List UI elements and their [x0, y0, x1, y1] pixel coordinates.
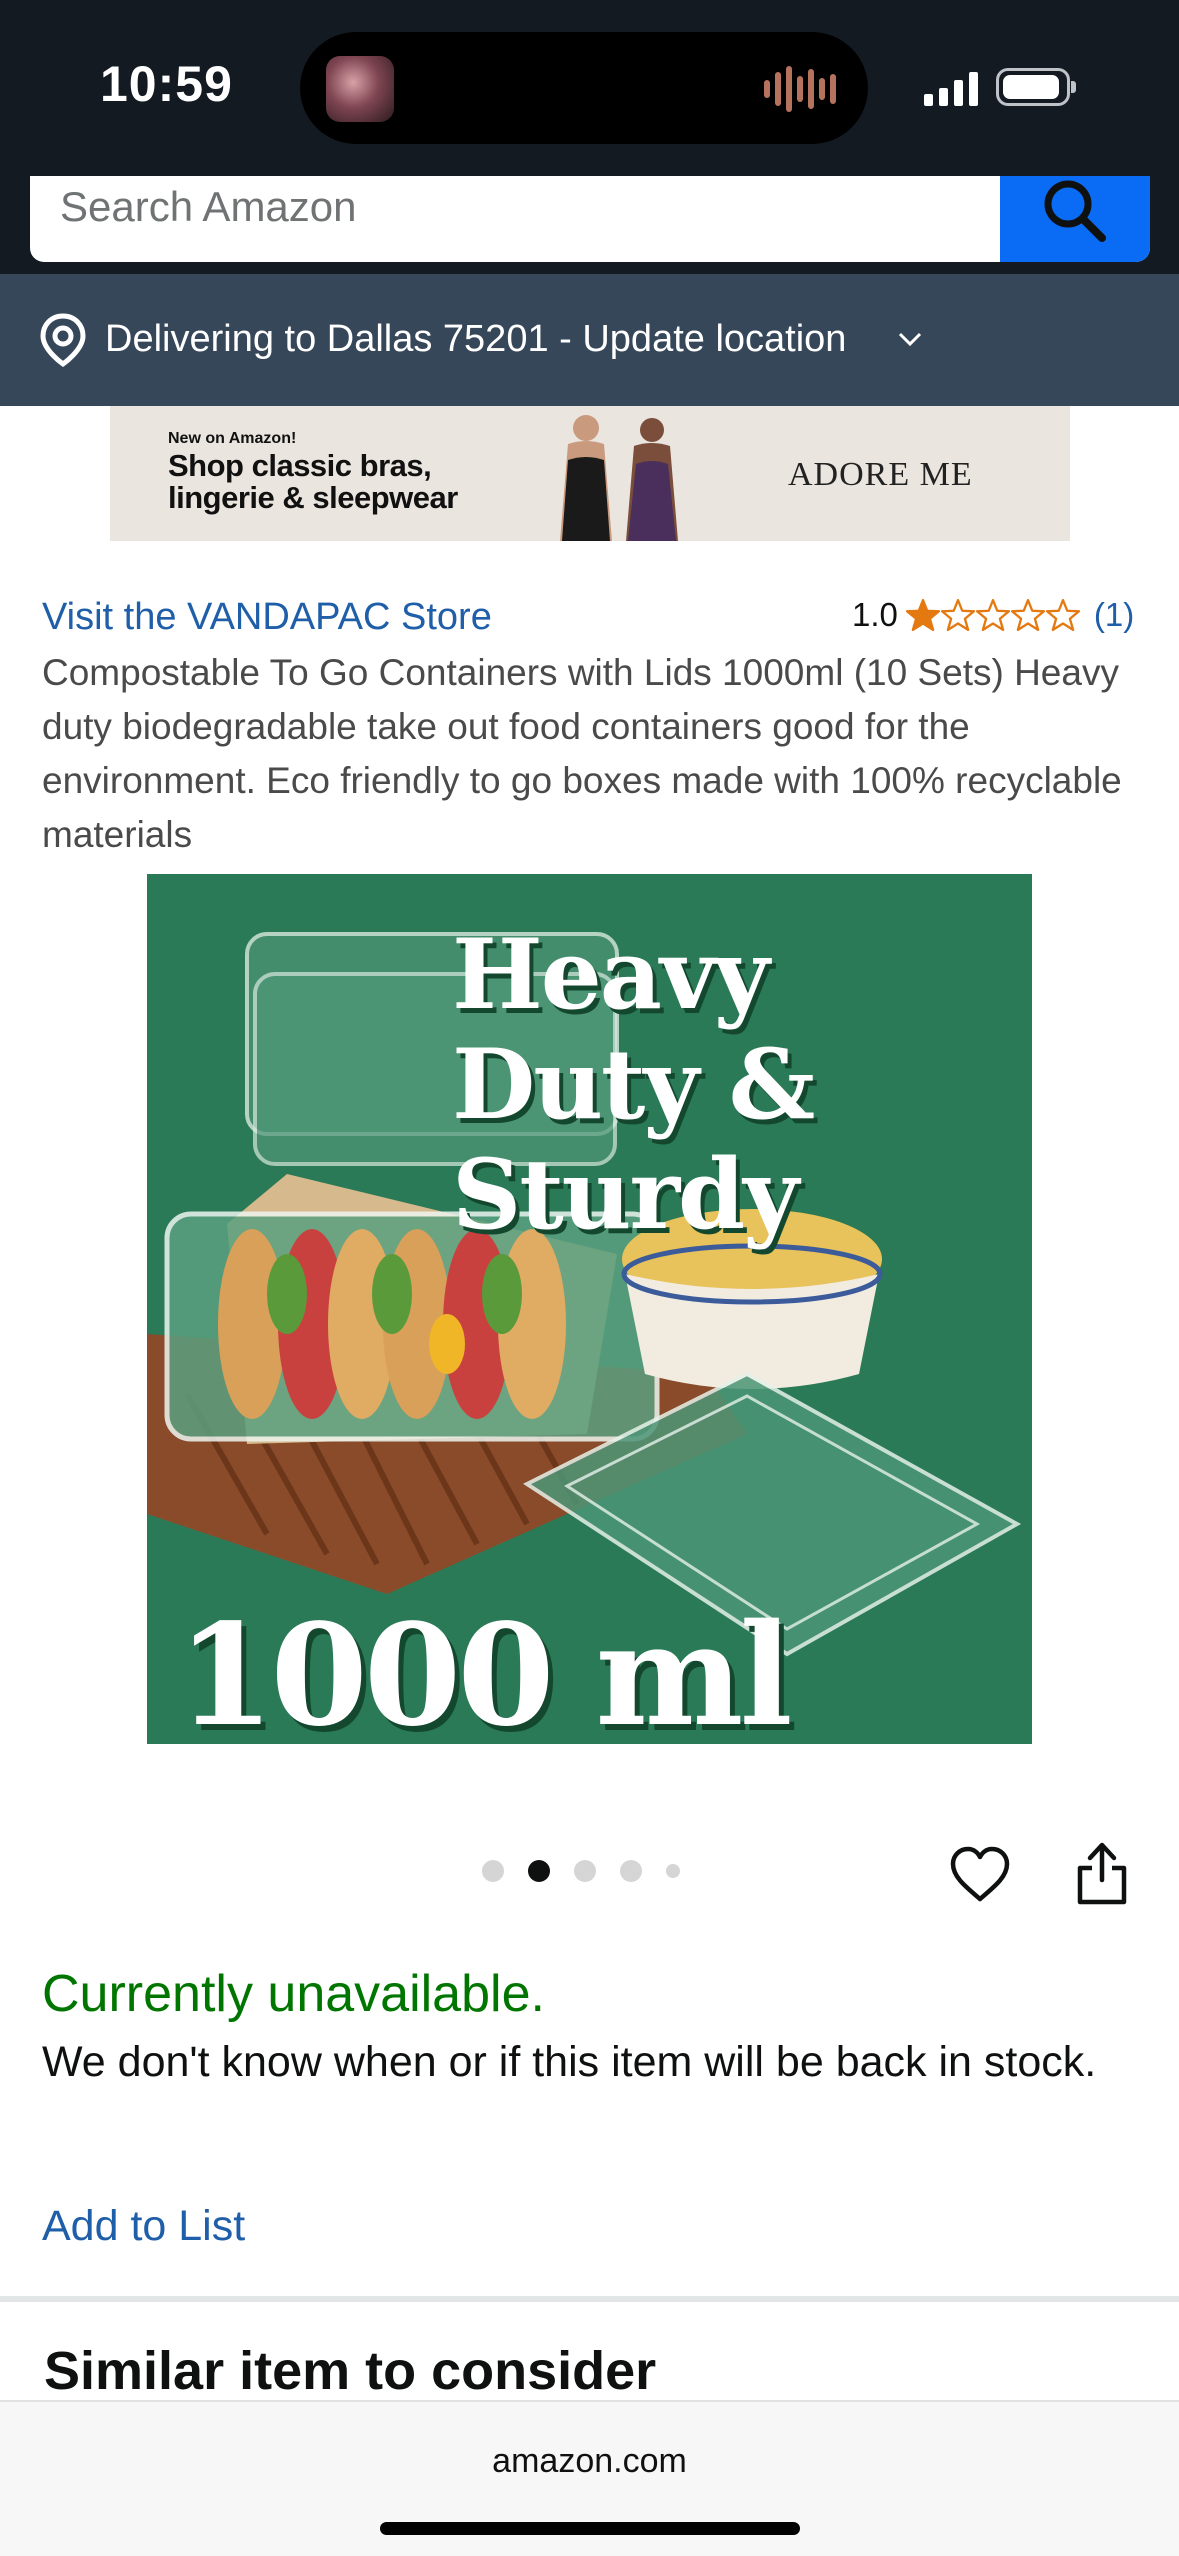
add-to-list-link[interactable]: Add to List: [42, 2202, 245, 2251]
audio-waveform-icon: [764, 64, 836, 114]
cellular-signal-icon: [924, 70, 978, 106]
status-bar: 10:59: [0, 0, 1179, 176]
delivery-location-text: Delivering to Dallas 75201 - Update loca…: [105, 318, 847, 360]
rating-value: 1.0: [852, 596, 898, 633]
rating-stars: [905, 598, 1080, 632]
status-time: 10:59: [100, 56, 233, 112]
product-rating[interactable]: 1.0 (1): [852, 596, 1134, 634]
star-empty-icon: [975, 598, 1010, 632]
carousel-dot[interactable]: [666, 1864, 680, 1878]
section-divider: [0, 2296, 1179, 2302]
home-indicator[interactable]: [380, 2522, 800, 2535]
image-heading-text: Heavy Duty & Sturdy: [452, 918, 815, 1251]
image-volume-text: 1000 ml: [177, 1594, 793, 1744]
chevron-down-icon: [898, 332, 922, 347]
url-text[interactable]: amazon.com: [0, 2442, 1179, 2481]
visit-store-link[interactable]: Visit the VANDAPAC Store: [42, 596, 492, 639]
now-playing-artwork: [326, 56, 394, 122]
product-image[interactable]: Heavy Duty & Sturdy 1000 ml: [147, 874, 1032, 1744]
ad-headline: Shop classic bras, lingerie & sleepwear: [168, 448, 458, 515]
star-empty-icon: [1045, 598, 1080, 632]
search-input[interactable]: [30, 176, 1000, 262]
search-bar: [30, 176, 1150, 262]
heart-icon[interactable]: [948, 1845, 1012, 1905]
availability-status: Currently unavailable.: [42, 1965, 545, 2023]
carousel-dot[interactable]: [574, 1860, 596, 1882]
product-title: Compostable To Go Containers with Lids 1…: [42, 652, 1122, 855]
location-pin-icon: [40, 313, 86, 368]
star-filled-icon: [905, 598, 940, 632]
carousel-dot[interactable]: [620, 1860, 642, 1882]
image-carousel-dots[interactable]: [482, 1860, 680, 1882]
star-empty-icon: [940, 598, 975, 632]
search-button[interactable]: [1000, 176, 1150, 262]
dynamic-island[interactable]: [300, 32, 868, 144]
battery-icon: [996, 68, 1076, 106]
rating-count-link[interactable]: (1): [1094, 596, 1134, 634]
search-header: [0, 176, 1179, 274]
carousel-dot[interactable]: [528, 1860, 550, 1882]
availability-detail: We don't know when or if this item will …: [42, 2038, 1097, 2086]
ad-brand-logo: ADORE ME: [788, 456, 973, 493]
star-empty-icon: [1010, 598, 1045, 632]
sponsored-ad-banner[interactable]: New on Amazon! Shop classic bras, linger…: [110, 406, 1070, 541]
browser-address-bar[interactable]: amazon.com: [0, 2400, 1179, 2556]
similar-items-heading: Similar item to consider: [44, 2341, 657, 2401]
search-icon: [1044, 180, 1106, 242]
delivery-location-bar[interactable]: Delivering to Dallas 75201 - Update loca…: [0, 274, 1179, 406]
share-icon[interactable]: [1072, 1838, 1132, 1908]
ad-models-image: [560, 415, 678, 541]
ad-tagline: New on Amazon!: [168, 430, 297, 447]
carousel-dot[interactable]: [482, 1860, 504, 1882]
